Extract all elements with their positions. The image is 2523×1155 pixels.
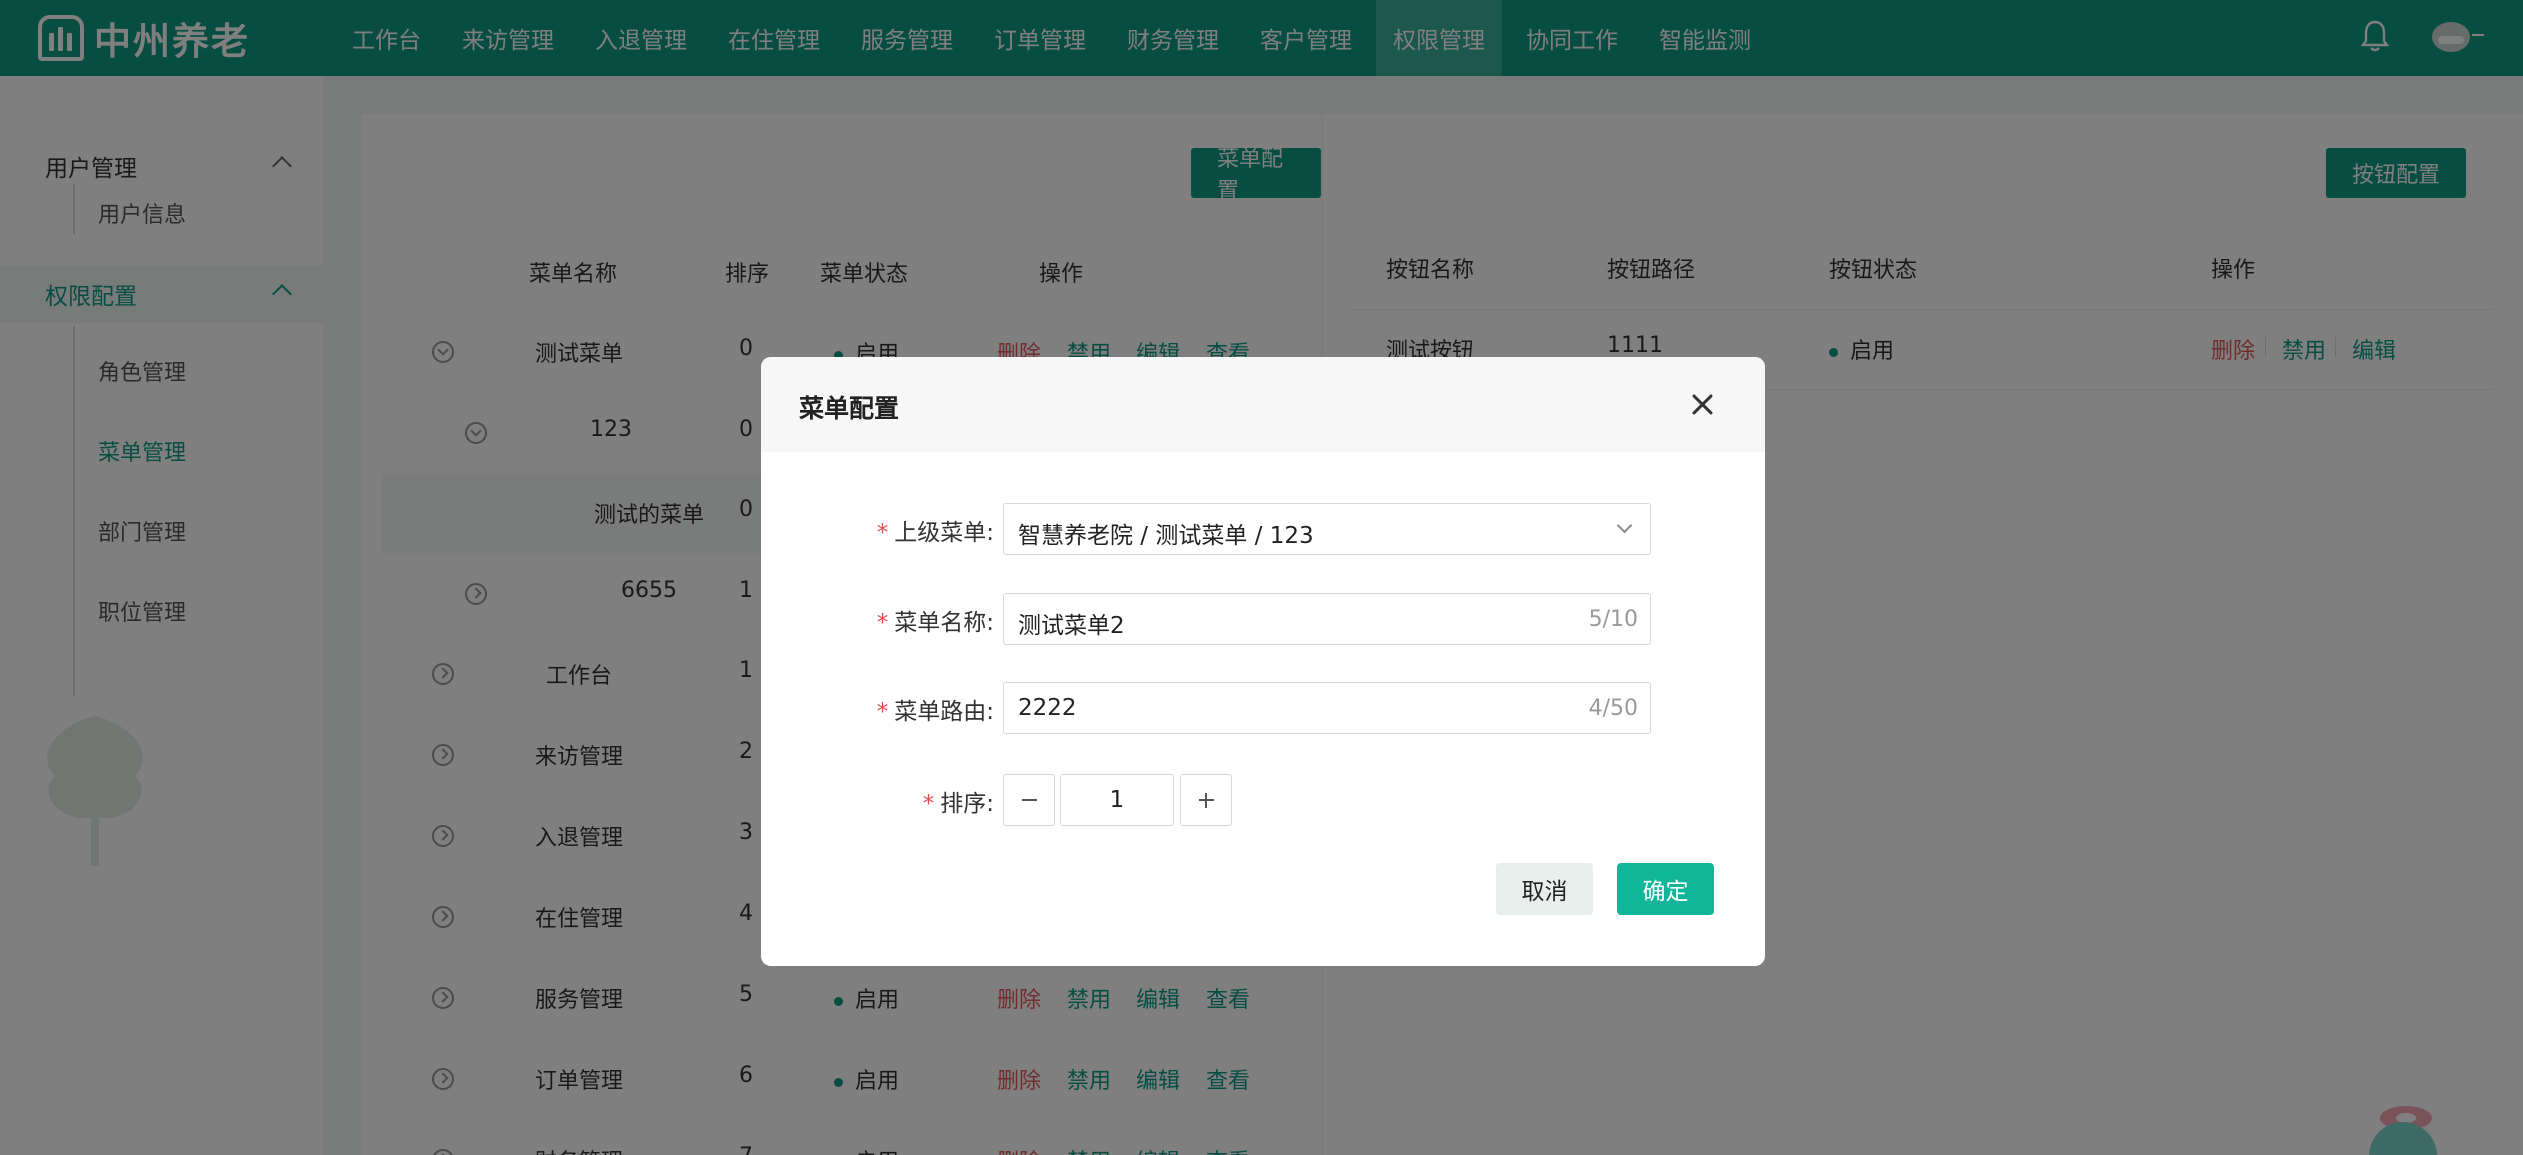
- menu-config-dialog: 菜单配置 * 上级菜单: 智慧养老院 / 测试菜单 / 123 * 菜单名称: 测试…: [761, 357, 1765, 966]
- menu-route-input[interactable]: 2222 4/50: [1003, 682, 1651, 734]
- char-counter: 4/50: [1588, 696, 1638, 721]
- order-label: * 排序:: [922, 791, 994, 817]
- close-icon[interactable]: [1687, 389, 1717, 419]
- chevron-down-icon: [1616, 517, 1633, 534]
- menu-route-label: * 菜单路由:: [876, 699, 994, 725]
- char-counter: 5/10: [1588, 607, 1638, 632]
- parent-menu-select[interactable]: 智慧养老院 / 测试菜单 / 123: [1003, 503, 1651, 555]
- decrement-button[interactable]: [1003, 774, 1055, 826]
- confirm-button[interactable]: 确定: [1617, 863, 1714, 915]
- cancel-button[interactable]: 取消: [1496, 863, 1593, 915]
- increment-button[interactable]: [1180, 774, 1232, 826]
- menu-name-label: * 菜单名称:: [876, 610, 994, 636]
- menu-name-input[interactable]: 测试菜单2 5/10: [1003, 593, 1651, 645]
- dialog-title: 菜单配置: [799, 394, 900, 423]
- dialog-header: 菜单配置: [761, 357, 1765, 452]
- parent-menu-label: * 上级菜单:: [876, 520, 994, 546]
- order-stepper-input[interactable]: 1: [1060, 774, 1174, 826]
